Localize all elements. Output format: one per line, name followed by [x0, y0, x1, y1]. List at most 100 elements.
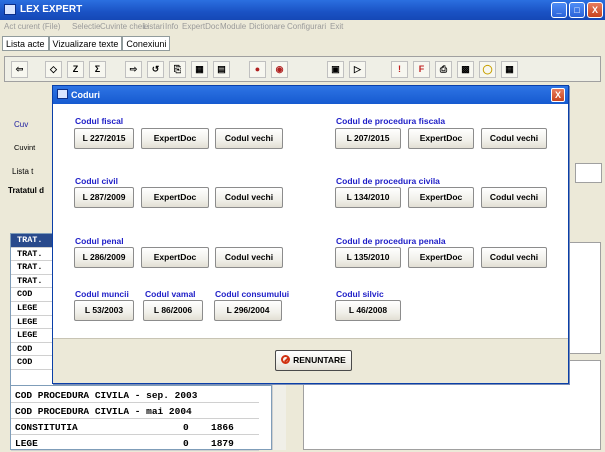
procedura-penala-expertdoc-button[interactable]: ExpertDoc [408, 247, 474, 268]
menu-configurari[interactable]: Configurari [287, 22, 326, 31]
menu-module[interactable]: Module [220, 22, 246, 31]
renuntare-button[interactable]: RENUNTARE [275, 350, 352, 371]
codul-muncii-law-button[interactable]: L 53/2003 [74, 300, 134, 321]
procedura-fiscala-vechi-button[interactable]: Codul vechi [481, 128, 547, 149]
codul-fiscal-vechi-button[interactable]: Codul vechi [215, 128, 283, 149]
tab-strip: Lista acte Vizualizare texte Conexiuni [2, 36, 171, 52]
tab-lista-acte[interactable]: Lista acte [2, 36, 49, 51]
bg-cuv-label: Cuv [14, 120, 29, 129]
maximize-button[interactable]: □ [569, 2, 585, 18]
stamp2-icon[interactable]: ◉ [271, 61, 288, 78]
link-icon[interactable]: ↺ [147, 61, 164, 78]
menu-cuvinte-cheie[interactable]: Cuvinte cheie [100, 22, 148, 31]
list-item[interactable]: TRAT. [11, 248, 53, 262]
tab-conexiuni[interactable]: Conexiuni [122, 36, 171, 51]
menu-bar: Act curent (File) Selectie Cuvinte cheie… [0, 20, 605, 34]
table-row[interactable]: COD PROCEDURA CIVILA - sep. 2003 [11, 388, 259, 403]
procedura-fiscala-law-button[interactable]: L 207/2015 [335, 128, 401, 149]
save-icon[interactable]: ▣ [327, 61, 344, 78]
codul-penal-expertdoc-button[interactable]: ExpertDoc [141, 247, 209, 268]
codul-silvic-law-button[interactable]: L 46/2008 [335, 300, 401, 321]
list-item[interactable]: COD [11, 356, 53, 370]
close-button[interactable]: X [587, 2, 603, 18]
minimize-button[interactable]: _ [551, 2, 567, 18]
codul-penal-law-button[interactable]: L 286/2009 [74, 247, 134, 268]
row-name: COD PROCEDURA CIVILA - mai 2004 [15, 406, 192, 417]
group-label-codul-fiscal: Codul fiscal [75, 116, 124, 126]
back-icon[interactable]: ⇦ [11, 61, 28, 78]
row-count: 0 [183, 422, 189, 433]
bg-lista-label: Lista t [12, 167, 34, 176]
group-label-codul-civil: Codul civil [75, 176, 118, 186]
codul-fiscal-expertdoc-button[interactable]: ExpertDoc [141, 128, 209, 149]
procedura-civila-expertdoc-button[interactable]: ExpertDoc [408, 187, 474, 208]
list-item[interactable]: TRAT. [11, 261, 53, 275]
print-icon[interactable]: ⎙ [435, 61, 452, 78]
coduri-dialog: Coduri X Codul fiscal L 227/2015 ExpertD… [52, 85, 569, 384]
sigma-icon[interactable]: Σ [89, 61, 106, 78]
bg-act-list-left: TRAT. TRAT. TRAT. TRAT. COD LEGE LEGE LE… [10, 233, 54, 388]
codul-consumului-law-button[interactable]: L 296/2004 [214, 300, 282, 321]
image-icon[interactable]: ▩ [457, 61, 474, 78]
codul-vamal-law-button[interactable]: L 86/2006 [143, 300, 203, 321]
renuntare-label: RENUNTARE [293, 355, 346, 365]
menu-dictionare[interactable]: Dictionare [249, 22, 285, 31]
list-item[interactable]: TRAT. [11, 275, 53, 289]
list-item[interactable]: LEGE [11, 302, 53, 316]
dialog-close-button[interactable]: X [551, 88, 565, 102]
group-label-procedura-fiscala: Codul de procedura fiscala [336, 116, 446, 126]
menu-info[interactable]: Info [165, 22, 178, 31]
table-row[interactable]: LEGE 0 1879 [11, 436, 259, 451]
group-label-codul-vamal: Codul vamal [145, 289, 196, 299]
bulb-icon[interactable]: ◯ [479, 61, 496, 78]
eraser-icon[interactable]: ◇ [45, 61, 62, 78]
row-name: COD PROCEDURA CIVILA - sep. 2003 [15, 390, 198, 401]
group-label-codul-consumului: Codul consumului [215, 289, 290, 299]
table-row[interactable]: CONSTITUTIA 0 1866 [11, 420, 259, 435]
stamp-icon[interactable]: ● [249, 61, 266, 78]
info-red-icon[interactable]: ! [391, 61, 408, 78]
codul-civil-law-button[interactable]: L 287/2009 [74, 187, 134, 208]
procedura-penala-law-button[interactable]: L 135/2010 [335, 247, 401, 268]
bg-search-box [575, 163, 602, 183]
list-item[interactable]: LEGE [11, 316, 53, 330]
forward-doc-icon[interactable]: ⇨ [125, 61, 142, 78]
f-icon[interactable]: F [413, 61, 430, 78]
grid-icon[interactable]: ▦ [191, 61, 208, 78]
list-item[interactable]: COD [11, 288, 53, 302]
row-name: LEGE [15, 438, 38, 449]
export-icon[interactable]: ▷ [349, 61, 366, 78]
menu-exit[interactable]: Exit [330, 22, 343, 31]
group-label-codul-muncii: Codul muncii [75, 289, 129, 299]
codul-civil-expertdoc-button[interactable]: ExpertDoc [141, 187, 209, 208]
procedura-civila-law-button[interactable]: L 134/2010 [335, 187, 401, 208]
dialog-title-bar: Coduri X [53, 86, 568, 104]
table-row[interactable]: COD PROCEDURA CIVILA - mai 2004 [11, 404, 259, 419]
cancel-icon [281, 355, 291, 364]
procedura-penala-vechi-button[interactable]: Codul vechi [481, 247, 547, 268]
tab-vizualizare-texte[interactable]: Vizualizare texte [48, 36, 123, 51]
calculator-icon[interactable]: ▦ [501, 61, 518, 78]
codul-civil-vechi-button[interactable]: Codul vechi [215, 187, 283, 208]
list-scrollbar[interactable] [272, 385, 286, 450]
sort-z-icon[interactable]: Z [67, 61, 84, 78]
procedura-fiscala-expertdoc-button[interactable]: ExpertDoc [408, 128, 474, 149]
codul-fiscal-law-button[interactable]: L 227/2015 [74, 128, 134, 149]
list-icon[interactable]: ▤ [213, 61, 230, 78]
codul-penal-vechi-button[interactable]: Codul vechi [215, 247, 283, 268]
menu-listari[interactable]: Listari [143, 22, 164, 31]
menu-expertdoc[interactable]: ExpertDoc [182, 22, 219, 31]
dialog-title: Coduri [71, 90, 100, 100]
copy-icon[interactable]: ⎘ [169, 61, 186, 78]
procedura-civila-vechi-button[interactable]: Codul vechi [481, 187, 547, 208]
list-item[interactable]: TRAT. [11, 234, 53, 248]
menu-file[interactable]: Act curent (File) [4, 22, 60, 31]
list-item[interactable]: LEGE [11, 329, 53, 343]
row-name: CONSTITUTIA [15, 422, 78, 433]
bg-tratat-label: Tratatul d [8, 186, 45, 195]
menu-selectie[interactable]: Selectie [72, 22, 100, 31]
group-label-procedura-civila: Codul de procedura civila [336, 176, 440, 186]
row-year: 1879 [211, 438, 234, 449]
bg-cuvint-label: Cuvint [14, 143, 36, 152]
list-item[interactable]: COD [11, 343, 53, 357]
